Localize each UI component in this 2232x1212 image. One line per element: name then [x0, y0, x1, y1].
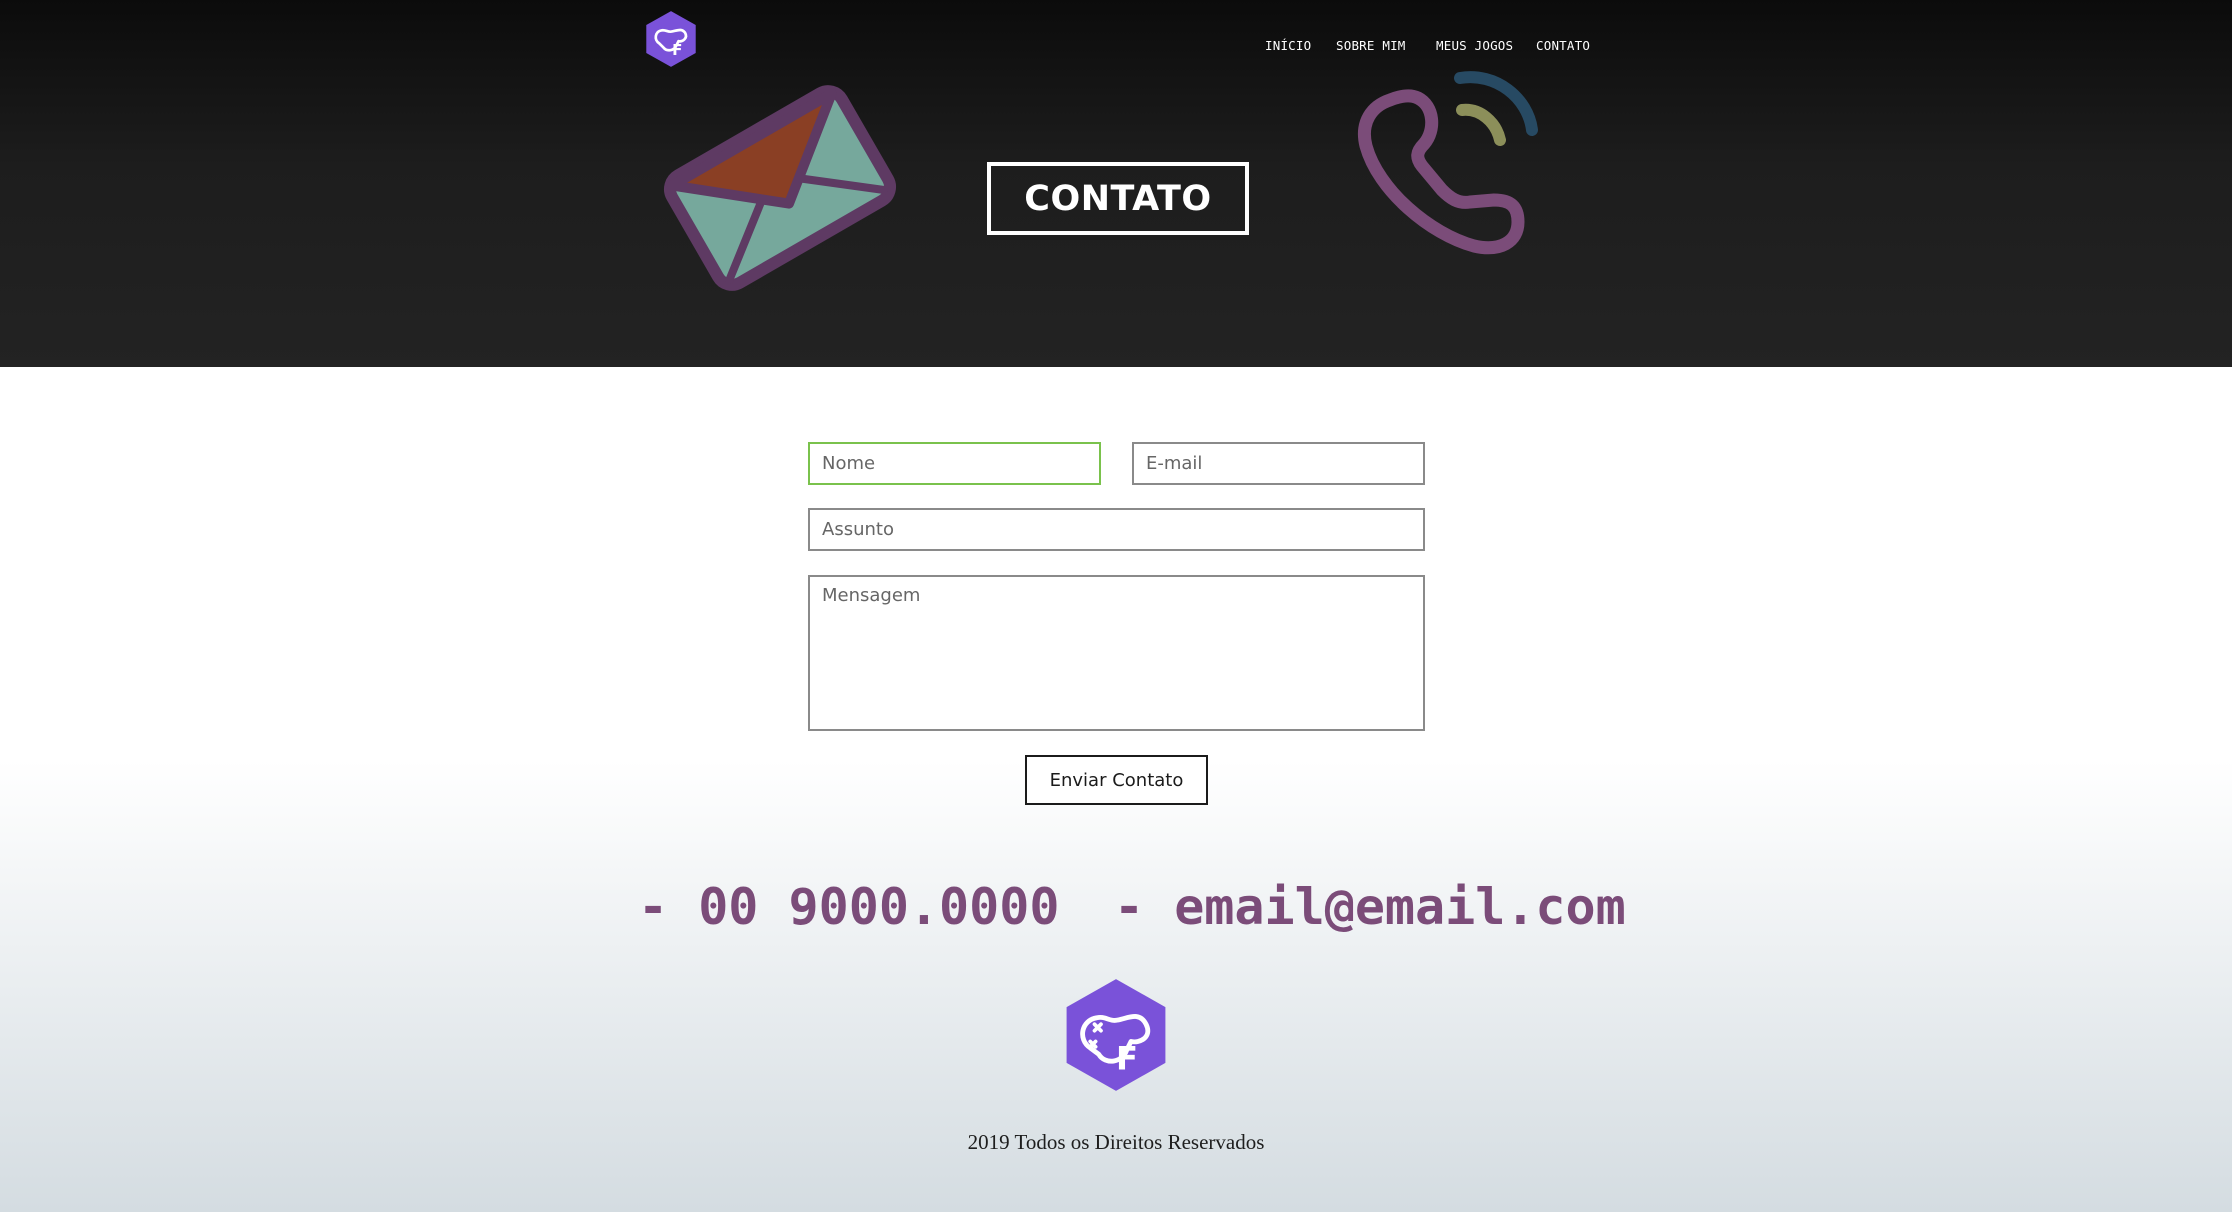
send-contact-button[interactable]: Enviar Contato — [1025, 755, 1208, 805]
nav-item-contato[interactable]: CONTATO — [1536, 38, 1590, 53]
contact-phone: - 00 9000.0000 — [638, 878, 1060, 936]
name-input[interactable] — [808, 442, 1101, 485]
main-nav: INÍCIO SOBRE MIM MEUS JOGOS CONTATO — [0, 38, 2232, 58]
subject-input[interactable] — [808, 508, 1425, 551]
email-input[interactable] — [1132, 442, 1425, 485]
envelope-icon — [663, 85, 897, 291]
footer-logo-icon: F — [1066, 979, 1166, 1091]
copyright-text: 2019 Todos os Direitos Reservados — [967, 1130, 1265, 1154]
contact-email[interactable]: - email@email.com — [1114, 878, 1626, 936]
contact-info: - 00 9000.0000 - email@email.com — [0, 878, 2232, 948]
svg-text:F: F — [1116, 1039, 1138, 1077]
message-textarea[interactable] — [808, 575, 1425, 731]
nav-item-meus-jogos[interactable]: MEUS JOGOS — [1436, 38, 1513, 53]
phone-call-icon — [1358, 71, 1538, 255]
nav-item-inicio[interactable]: INÍCIO — [1265, 38, 1311, 53]
hero-banner: F INÍCIO SOBRE MIM MEUS JOGOS CONTATO CO… — [0, 0, 2232, 367]
page-title: CONTATO — [987, 162, 1249, 235]
nav-item-sobre-mim[interactable]: SOBRE MIM — [1336, 38, 1406, 53]
